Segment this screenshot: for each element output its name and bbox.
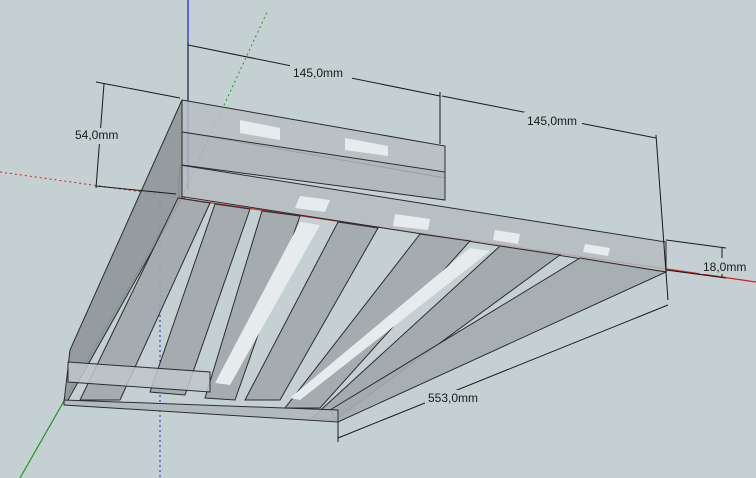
model-viewport[interactable]: 145,0mm 145,0mm 54,0mm 18,0mm 553,0mm: [0, 0, 756, 478]
dim-label-height: 54,0mm: [75, 128, 118, 142]
dim-label-width-right: 145,0mm: [527, 114, 577, 128]
3d-scene[interactable]: 145,0mm 145,0mm 54,0mm 18,0mm 553,0mm: [0, 0, 756, 478]
dim-label-thickness: 18,0mm: [703, 260, 746, 274]
dim-label-length: 553,0mm: [428, 391, 478, 405]
dim-label-width-left: 145,0mm: [293, 66, 343, 80]
